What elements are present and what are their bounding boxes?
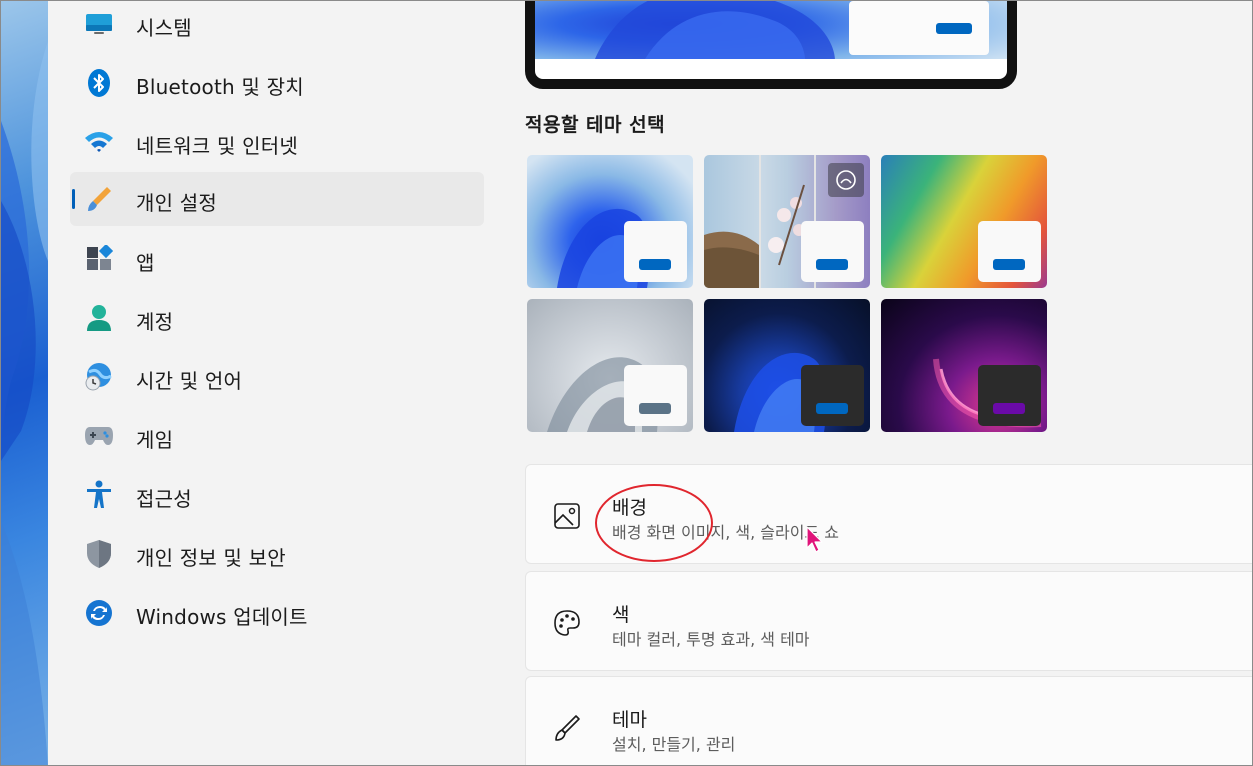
theme-thumbnail-captured-motion[interactable] <box>527 299 693 432</box>
theme-mini-accent-bar <box>993 259 1025 270</box>
theme-preview <box>525 1 1017 89</box>
card-title: 색 <box>612 604 630 626</box>
wifi-icon <box>84 127 114 157</box>
gamepad-icon <box>84 421 114 451</box>
preview-accent-bar <box>936 23 972 34</box>
sidebar-item-label: 앱 <box>136 251 155 275</box>
palette-icon <box>552 608 582 638</box>
card-subtitle: 설치, 만들기, 관리 <box>612 735 736 754</box>
apps-icon <box>84 244 114 274</box>
theme-mini-accent-bar <box>639 403 671 414</box>
sidebar-item-accessibility[interactable]: 접근성 <box>70 468 484 522</box>
theme-mini-window <box>801 365 864 426</box>
theme-mini-window <box>978 365 1041 426</box>
sidebar-item-label: Bluetooth 및 장치 <box>136 75 304 99</box>
theme-thumbnail-windows-spotlight[interactable] <box>704 155 870 288</box>
sidebar-item-bluetooth[interactable]: Bluetooth 및 장치 <box>70 56 484 110</box>
personalization-content: 적용할 테마 선택 배경 배경 화면 이미지, 색, 슬라이드 쇼 색 테마 컬… <box>518 1 1252 765</box>
sidebar-item-apps[interactable]: 앱 <box>70 232 484 286</box>
bluetooth-icon <box>84 68 114 98</box>
theme-thumbnail-glow[interactable] <box>881 155 1047 288</box>
sidebar-item-label: 개인 설정 <box>136 191 217 215</box>
sidebar-item-accounts[interactable]: 계정 <box>70 291 484 345</box>
theme-thumbnail-flow[interactable] <box>881 299 1047 432</box>
mouse-cursor-icon <box>806 526 826 558</box>
update-icon <box>84 598 114 628</box>
sidebar-item-label: 접근성 <box>136 487 192 511</box>
theme-mini-window <box>624 365 687 426</box>
theme-thumbnail-windows-dark[interactable] <box>704 299 870 432</box>
screenshot-frame: 시스템 Bluetooth 및 장치 네트워크 및 인터넷 개인 설정 앱 계정… <box>0 0 1253 766</box>
paintbrush-icon <box>84 184 114 214</box>
sidebar-item-gaming[interactable]: 게임 <box>70 409 484 463</box>
theme-thumbnail-windows-light[interactable] <box>527 155 693 288</box>
sidebar-item-label: 시스템 <box>136 16 192 40</box>
spotlight-icon <box>828 163 864 197</box>
sidebar-item-time-language[interactable]: 시간 및 언어 <box>70 350 484 404</box>
settings-window: 시스템 Bluetooth 및 장치 네트워크 및 인터넷 개인 설정 앱 계정… <box>48 1 1252 765</box>
globe-clock-icon <box>84 362 114 392</box>
card-subtitle: 테마 컬러, 투명 효과, 색 테마 <box>612 630 810 649</box>
sidebar-item-privacy-security[interactable]: 개인 정보 및 보안 <box>70 527 484 581</box>
theme-settings-card[interactable]: 테마 설치, 만들기, 관리 <box>525 676 1252 765</box>
theme-mini-window <box>978 221 1041 282</box>
sidebar-item-personalization[interactable]: 개인 설정 <box>70 172 484 226</box>
color-settings-card[interactable]: 색 테마 컬러, 투명 효과, 색 테마 <box>525 571 1252 671</box>
theme-mini-accent-bar <box>639 259 671 270</box>
themes-section-title: 적용할 테마 선택 <box>525 114 666 136</box>
theme-mini-accent-bar <box>993 403 1025 414</box>
sidebar-item-system[interactable]: 시스템 <box>70 1 484 51</box>
settings-sidebar: 시스템 Bluetooth 및 장치 네트워크 및 인터넷 개인 설정 앱 계정… <box>48 1 498 765</box>
theme-mini-window <box>801 221 864 282</box>
annotation-highlight-circle <box>595 484 713 562</box>
sidebar-item-label: 게임 <box>136 428 174 452</box>
active-indicator <box>72 189 75 209</box>
theme-mini-accent-bar <box>816 259 848 270</box>
brush-icon <box>552 713 582 743</box>
person-icon <box>84 303 114 333</box>
sidebar-item-network[interactable]: 네트워크 및 인터넷 <box>70 115 484 169</box>
accessibility-icon <box>84 480 114 510</box>
sidebar-item-label: 시간 및 언어 <box>136 369 243 393</box>
card-title: 테마 <box>612 709 647 731</box>
desktop-wallpaper-strip <box>1 1 48 765</box>
sidebar-item-label: 계정 <box>136 310 174 334</box>
sidebar-item-label: 개인 정보 및 보안 <box>136 546 286 570</box>
sidebar-item-label: Windows 업데이트 <box>136 605 308 629</box>
image-icon <box>552 501 582 531</box>
sidebar-item-label: 네트워크 및 인터넷 <box>136 134 298 158</box>
shield-icon <box>84 539 114 569</box>
sidebar-item-windows-update[interactable]: Windows 업데이트 <box>70 586 484 640</box>
theme-mini-accent-bar <box>816 403 848 414</box>
monitor-icon <box>84 9 114 39</box>
theme-mini-window <box>624 221 687 282</box>
